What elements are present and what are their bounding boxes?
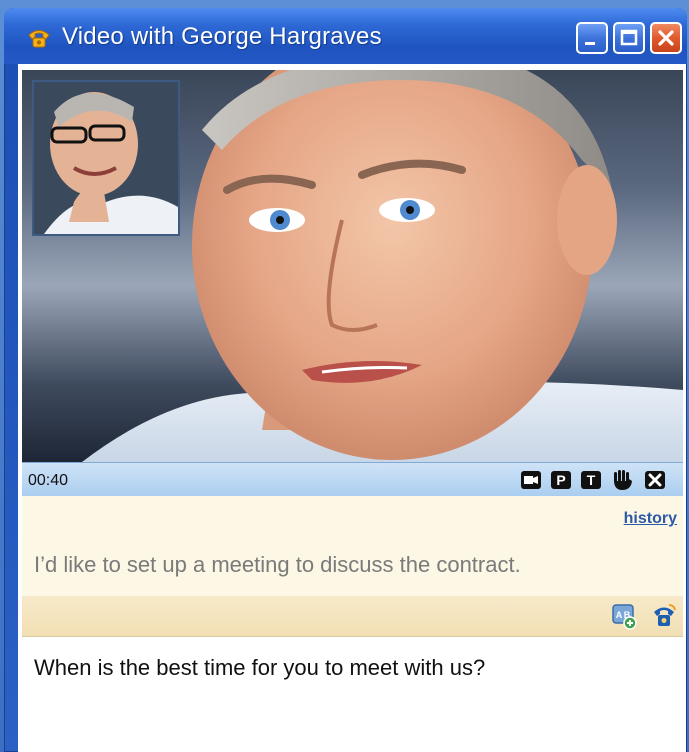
translate-icon[interactable]: A B	[610, 602, 638, 630]
window-title: Video with George Hargraves	[62, 23, 382, 50]
self-view-thumbnail[interactable]	[32, 80, 180, 236]
minimize-button[interactable]	[576, 22, 608, 54]
hand-icon[interactable]	[612, 469, 634, 491]
phone-handset-icon	[28, 30, 50, 48]
call-control-bar: 00:40 P T	[22, 462, 683, 497]
window-body: 00:40 P T history I’d like to set up a m…	[18, 64, 686, 752]
phone-icon[interactable]	[650, 602, 678, 630]
received-message: I’d like to set up a meeting to discuss …	[34, 552, 521, 577]
message-compose-field[interactable]: When is the best time for you to meet wi…	[22, 636, 683, 752]
input-toolbar: A B	[22, 596, 683, 636]
close-button[interactable]	[650, 22, 682, 54]
remote-video-feed	[22, 70, 683, 462]
svg-text:T: T	[587, 472, 596, 488]
compose-text: When is the best time for you to meet wi…	[34, 655, 486, 680]
history-link[interactable]: history	[624, 510, 677, 528]
maximize-icon	[620, 29, 638, 46]
p-button-icon[interactable]: P	[550, 469, 572, 491]
title-bar[interactable]: Video with George Hargraves	[4, 8, 687, 64]
chat-history-pane: history I’d like to set up a meeting to …	[22, 496, 683, 596]
minimize-icon	[585, 42, 595, 45]
close-icon	[658, 30, 674, 46]
maximize-button[interactable]	[613, 22, 645, 54]
video-camera-icon[interactable]	[520, 469, 542, 491]
t-button-icon[interactable]: T	[580, 469, 602, 491]
call-timer: 00:40	[28, 472, 69, 489]
video-call-window: Video with George Hargraves 00:40 P T hi…	[4, 8, 687, 752]
end-call-icon[interactable]	[644, 469, 666, 491]
svg-text:P: P	[556, 472, 565, 488]
svg-text:A: A	[616, 610, 623, 620]
self-view-image	[34, 82, 178, 234]
